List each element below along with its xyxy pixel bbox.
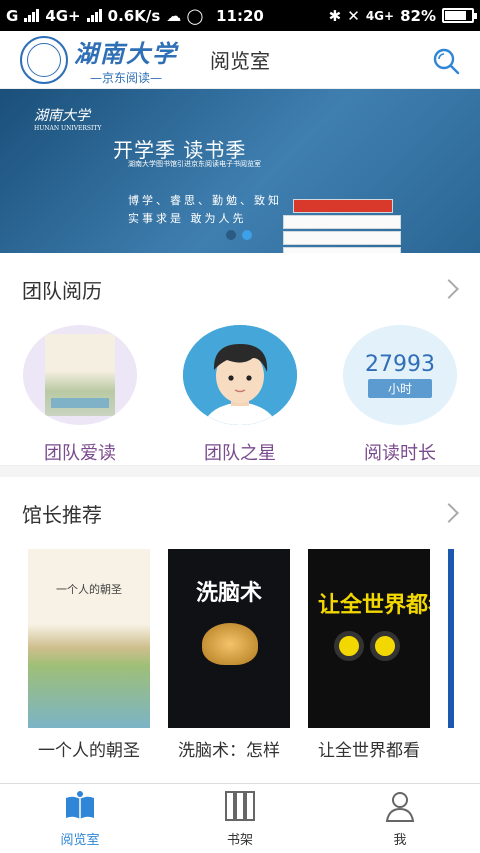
book-title: 一个人的朝圣 — [38, 741, 140, 761]
cover-title: 让全世界都看见你 — [318, 593, 430, 618]
banner-subline: 湖南大学图书馆引进京东阅读电子书阅览室 — [128, 160, 261, 168]
banner-motto-1: 博学、睿思、勤勉、致知 — [128, 194, 282, 207]
banner-motto-2: 实事求是 敢为人先 — [128, 212, 247, 225]
book-item[interactable]: 让全世界都看见你 让全世界都看 — [308, 549, 430, 761]
book-open-icon — [66, 791, 94, 819]
banner-logo: 湖南大学 HUNAN UNIVERSITY — [34, 105, 101, 132]
app-header: 湖南大学 —京东阅读— 阅览室 — [0, 31, 480, 89]
book-title: 洗脑术：怎样 — [178, 741, 280, 761]
book-cover-thumbnail — [45, 334, 115, 416]
signal-icon — [24, 9, 40, 22]
carrier-label: G — [6, 6, 19, 25]
banner-logo-text: 湖南大学 — [34, 108, 90, 124]
book-cover: 一个人的朝圣 — [28, 549, 150, 729]
eyes-image — [334, 631, 400, 661]
carousel-dot — [226, 230, 236, 240]
book-cover: 洗脑术 — [168, 549, 290, 729]
speed-label: 0.6K/s — [107, 6, 161, 25]
book-title: 设 — [444, 736, 480, 761]
reading-hours-badge: 27993 小时 — [343, 325, 457, 425]
banner-logo-sub: HUNAN UNIVERSITY — [34, 125, 102, 132]
reading-hours-value: 27993 — [365, 352, 435, 377]
golden-mask-image — [202, 623, 258, 665]
bookshelf-icon — [225, 791, 255, 821]
book-cover: 让全世界都看见你 — [308, 549, 430, 729]
avatar-person-icon — [183, 325, 297, 425]
section-title: 馆长推荐 — [22, 502, 102, 527]
book-cover — [448, 549, 480, 729]
tab-label: 书架 — [226, 833, 253, 848]
team-star[interactable]: 团队之星 — [174, 325, 306, 465]
chevron-right-icon[interactable] — [439, 503, 459, 523]
brand-sub: —京东阅读— — [89, 70, 162, 85]
brand-logo: 湖南大学 —京东阅读— — [0, 34, 178, 86]
recommend-book-list: 一个人的朝圣 一个人的朝圣 洗脑术 洗脑术：怎样 让全世界都看见你 让全世界都看… — [0, 549, 480, 761]
tab-bookshelf[interactable]: 书架 — [160, 784, 320, 853]
banner-books-illustration — [283, 199, 401, 253]
section-divider — [0, 465, 480, 477]
team-favorite-cover — [23, 325, 137, 425]
notification-icon: ☁ ◯ — [166, 6, 204, 25]
tab-label: 阅览室 — [60, 833, 100, 848]
tab-reading-room[interactable]: 阅览室 — [0, 784, 160, 853]
mute-icon: ✕ — [347, 6, 360, 25]
book-title: 让全世界都看 — [318, 741, 420, 761]
reading-duration-label: 阅读时长 — [364, 443, 436, 464]
network-label: 4G+ — [45, 6, 81, 25]
battery-percent: 82% — [400, 6, 436, 25]
network-label-2: 4G+ — [365, 8, 395, 23]
section-title: 团队阅历 — [22, 278, 102, 303]
bluetooth-icon: ✱ — [328, 6, 342, 25]
team-stats: 团队爱读 团队之星 27993 小时 阅读时长 — [0, 325, 480, 465]
carousel-dot-active — [242, 230, 252, 240]
book-item[interactable]: 一个人的朝圣 一个人的朝圣 — [28, 549, 150, 761]
recommend-section-header[interactable]: 馆长推荐 — [0, 477, 480, 549]
team-favorite-label: 团队爱读 — [44, 443, 116, 464]
team-favorite[interactable]: 团队爱读 — [14, 325, 146, 465]
cover-title: 一个人的朝圣 — [56, 583, 122, 596]
book-item[interactable]: 设 — [448, 549, 480, 761]
signal-icon-2 — [86, 9, 102, 22]
university-seal-icon — [20, 35, 68, 84]
tab-me[interactable]: 我 — [320, 784, 480, 853]
search-icon[interactable] — [432, 47, 460, 75]
avatar — [183, 325, 297, 425]
tab-label: 我 — [393, 833, 407, 848]
status-bar: G 4G+ 0.6K/s ☁ ◯ 11:20 ✱ ✕ 4G+ 82% — [0, 0, 480, 31]
cover-title: 洗脑术 — [195, 581, 262, 606]
reading-duration[interactable]: 27993 小时 阅读时长 — [334, 325, 466, 465]
book-item[interactable]: 洗脑术 洗脑术：怎样 — [168, 549, 290, 761]
battery-icon — [442, 8, 477, 23]
bottom-tab-bar: 阅览室 书架 我 — [0, 783, 480, 853]
chevron-right-icon[interactable] — [439, 279, 459, 299]
user-icon — [385, 792, 415, 822]
promo-banner[interactable]: 湖南大学 HUNAN UNIVERSITY 开学季 读书季 湖南大学图书馆引进京… — [0, 89, 480, 253]
reading-hours-unit: 小时 — [367, 379, 432, 398]
carousel-indicator — [226, 230, 252, 240]
brand-name: 湖南大学 — [74, 38, 178, 68]
team-star-label: 团队之星 — [204, 443, 276, 464]
team-section-header[interactable]: 团队阅历 — [0, 253, 480, 325]
